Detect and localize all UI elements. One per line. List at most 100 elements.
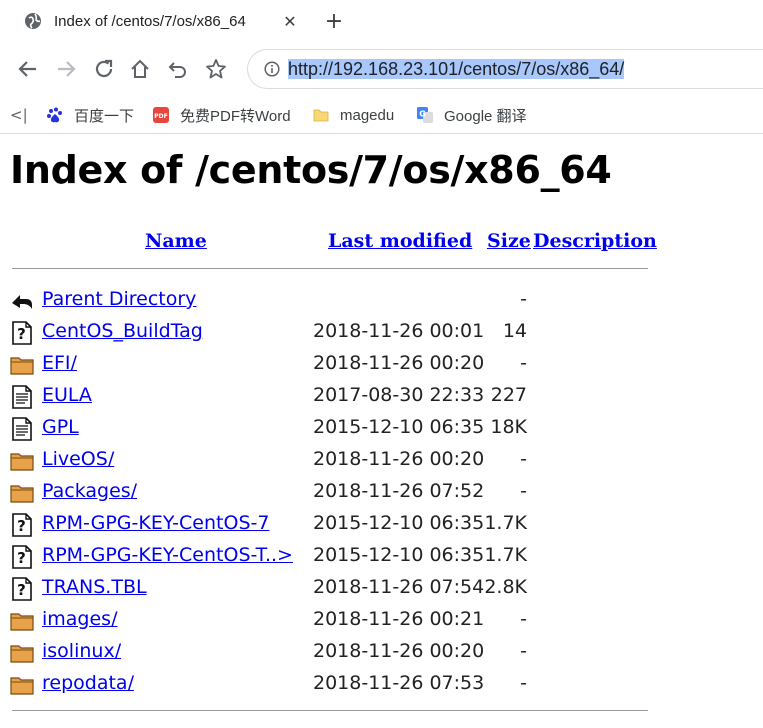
close-tab-icon[interactable]: ✕	[280, 11, 300, 31]
bookmark-baidu[interactable]: 百度一下	[46, 102, 134, 128]
column-header-name[interactable]: Name	[145, 230, 207, 252]
google-translate-icon: G	[416, 106, 434, 124]
file-size: -	[520, 672, 527, 694]
file-size: 2.8K	[484, 576, 527, 598]
browser-tab[interactable]: Index of /centos/7/os/x86_64 ✕	[12, 0, 310, 42]
file-row: GPL 2015-12-10 06:35 18K	[10, 412, 650, 444]
baidu-icon	[46, 106, 64, 124]
file-link[interactable]: Parent Directory	[42, 288, 196, 310]
back-button[interactable]	[14, 55, 42, 83]
file-row: ? RPM-GPG-KEY-CentOS-T..> 2015-12-10 06:35…	[10, 540, 650, 572]
file-size: 1.7K	[484, 544, 527, 566]
file-link[interactable]: RPM-GPG-KEY-CentOS-T..>	[42, 544, 293, 566]
file-size: 227	[490, 384, 527, 406]
url-text[interactable]: http://192.168.23.101/centos/7/os/x86_64…	[288, 58, 625, 80]
globe-icon	[24, 12, 42, 30]
star-icon	[206, 59, 226, 79]
file-link[interactable]: isolinux/	[42, 640, 121, 662]
folder-icon	[10, 449, 34, 473]
svg-text:?: ?	[17, 517, 26, 535]
file-size: -	[520, 640, 527, 662]
file-date: 2018-11-26 00:21	[313, 608, 485, 630]
column-header-description[interactable]: Description	[533, 230, 657, 252]
new-tab-button[interactable]: +	[320, 8, 348, 34]
unknown-file-icon: ?	[10, 577, 34, 601]
file-link[interactable]: GPL	[42, 416, 79, 438]
bookmark-label: 百度一下	[74, 107, 135, 125]
home-button[interactable]	[126, 55, 154, 83]
address-bar[interactable]: http://192.168.23.101/centos/7/os/x86_64…	[247, 49, 763, 89]
svg-text:?: ?	[17, 325, 26, 343]
svg-text:G: G	[419, 110, 426, 119]
file-size: -	[520, 352, 527, 374]
file-size: -	[520, 608, 527, 630]
url-path: /centos/7/os/x86_64/	[458, 59, 625, 79]
file-row: isolinux/2018-11-26 00:20 -	[10, 636, 650, 668]
file-row: ? CentOS_BuildTag 2018-11-26 00:01 14	[10, 316, 650, 348]
file-row: Parent Directory -	[10, 284, 650, 316]
pdf-icon: PDF	[152, 106, 170, 124]
bookmark-pdf-to-word[interactable]: PDF 免费PDF转Word	[152, 102, 291, 128]
bookmarks-bar: <| 百度一下 PDF 免费PDF转Word magedu G Google 翻…	[0, 96, 763, 134]
file-row: EFI/2018-11-26 00:20 -	[10, 348, 650, 380]
bookmark-magedu[interactable]: magedu	[312, 102, 394, 128]
url-prefix: http://192.168.23.101	[288, 59, 459, 79]
tab-title: Index of /centos/7/os/x86_64	[54, 12, 246, 30]
footer-divider	[12, 710, 648, 711]
column-header-size[interactable]: Size	[487, 230, 531, 252]
folder-icon	[10, 609, 34, 633]
file-date: 2018-11-26 00:20	[313, 640, 485, 662]
file-link[interactable]: TRANS.TBL	[42, 576, 147, 598]
unknown-file-icon: ?	[10, 545, 34, 569]
file-row: LiveOS/2018-11-26 00:20 -	[10, 444, 650, 476]
svg-text:?: ?	[17, 549, 26, 567]
info-icon[interactable]	[264, 61, 280, 77]
file-size: -	[520, 288, 527, 310]
tab-strip: Index of /centos/7/os/x86_64 ✕ +	[0, 0, 763, 42]
file-size: 1.7K	[484, 512, 527, 534]
page-title: Index of /centos/7/os/x86_64	[10, 148, 612, 192]
column-header-last-modified[interactable]: Last modified	[328, 230, 472, 252]
arrow-right-icon	[58, 61, 76, 77]
folder-icon	[10, 641, 34, 665]
file-link[interactable]: RPM-GPG-KEY-CentOS-7	[42, 512, 269, 534]
folder-icon	[10, 481, 34, 505]
folder-icon	[10, 673, 34, 697]
svg-text:?: ?	[17, 581, 26, 599]
file-link[interactable]: images/	[42, 608, 117, 630]
file-link[interactable]: Packages/	[42, 480, 137, 502]
file-link[interactable]: EULA	[42, 384, 92, 406]
bookmark-label: magedu	[340, 106, 395, 124]
file-size: 14	[502, 320, 527, 342]
file-row: ? RPM-GPG-KEY-CentOS-7 2015-12-10 06:35 1.7…	[10, 508, 650, 540]
bookmarks-collapse-icon[interactable]: <|	[10, 106, 28, 124]
undo-button[interactable]	[164, 55, 192, 83]
file-link[interactable]: EFI/	[42, 352, 77, 374]
forward-button[interactable]	[52, 55, 80, 83]
file-date: 2018-11-26 07:53	[313, 672, 485, 694]
undo-icon	[168, 62, 186, 78]
svg-text:PDF: PDF	[154, 113, 167, 120]
file-size: 18K	[490, 416, 527, 438]
file-link[interactable]: repodata/	[42, 672, 134, 694]
text-file-icon	[10, 417, 34, 441]
file-date: 2018-11-26 07:54	[313, 576, 485, 598]
reload-button[interactable]	[90, 55, 118, 83]
bookmark-star-button[interactable]	[202, 55, 230, 83]
unknown-file-icon: ?	[10, 321, 34, 345]
file-link[interactable]: LiveOS/	[42, 448, 114, 470]
arrow-left-icon	[18, 61, 36, 77]
file-date: 2015-12-10 06:35	[313, 416, 485, 438]
file-date: 2018-11-26 07:52	[313, 480, 485, 502]
folder-icon	[312, 106, 330, 124]
file-row: EULA 2017-08-30 22:33 227	[10, 380, 650, 412]
bookmark-label: 免费PDF转Word	[180, 107, 291, 125]
bookmark-google-translate[interactable]: G Google 翻译	[416, 102, 527, 128]
page-content: Index of /centos/7/os/x86_64 Name Last m…	[0, 134, 763, 728]
browser-toolbar: http://192.168.23.101/centos/7/os/x86_64…	[0, 42, 763, 96]
file-date: 2015-12-10 06:35	[313, 512, 485, 534]
file-size: -	[520, 448, 527, 470]
file-date: 2015-12-10 06:35	[313, 544, 485, 566]
file-row: ? TRANS.TBL 2018-11-26 07:54 2.8K	[10, 572, 650, 604]
file-link[interactable]: CentOS_BuildTag	[42, 320, 203, 342]
